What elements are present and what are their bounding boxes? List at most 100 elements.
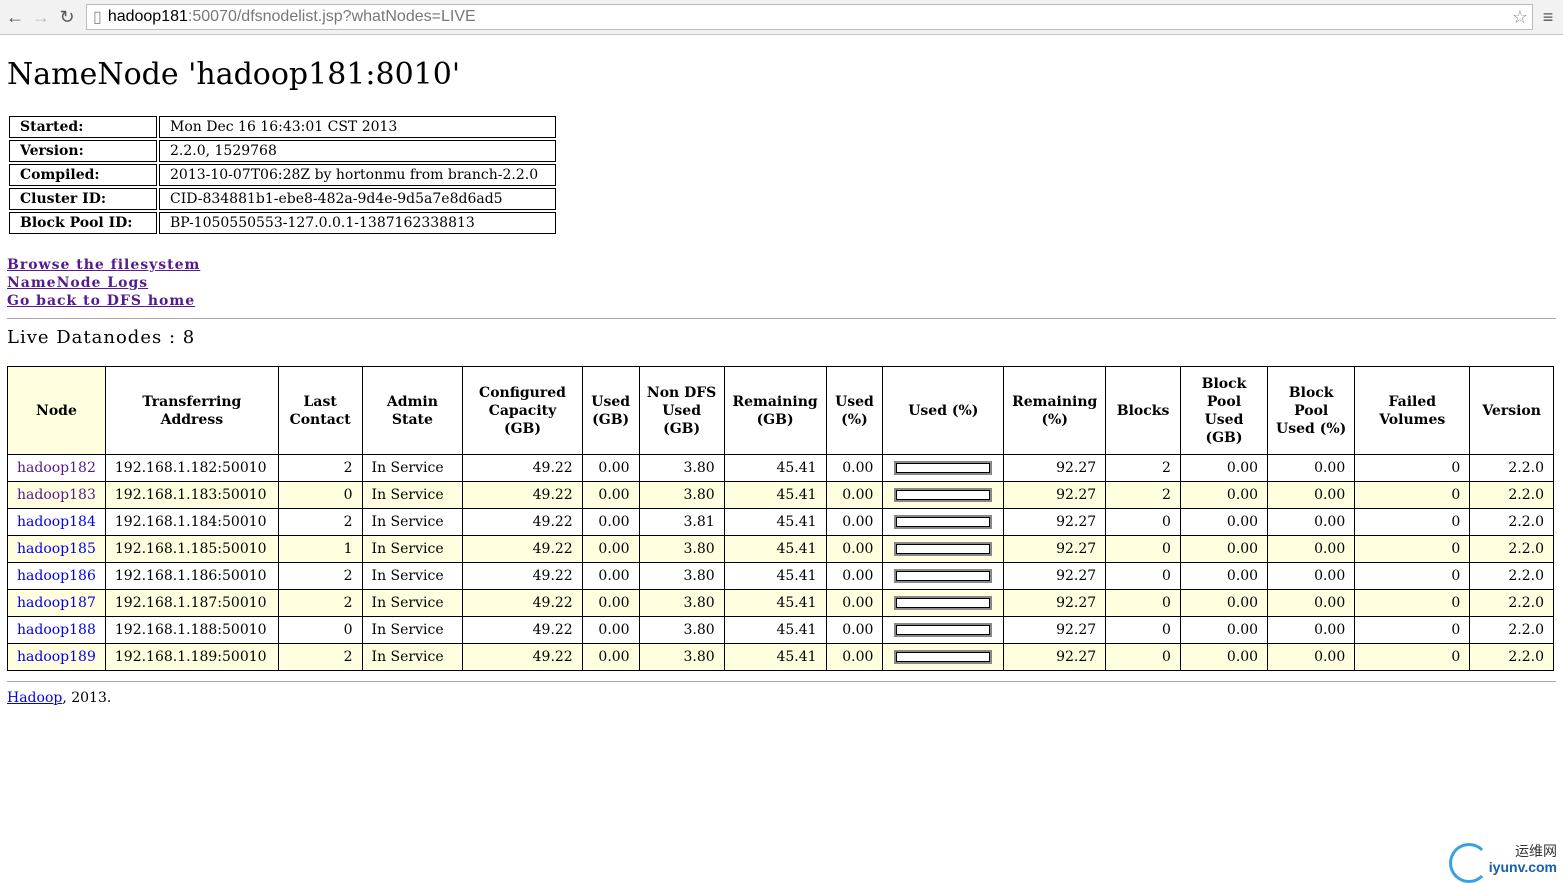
cell-9: 92.27 xyxy=(1003,454,1107,482)
column-header: Failed Volumes xyxy=(1354,366,1471,455)
cell-2: 0 xyxy=(277,481,363,509)
node-link[interactable]: hadoop185 xyxy=(17,541,96,557)
info-label: Started: xyxy=(9,116,157,138)
cell-14: 2.2.0 xyxy=(1469,643,1554,671)
cell-10: 0 xyxy=(1105,643,1181,671)
cell-9: 92.27 xyxy=(1003,643,1107,671)
cell-5: 0.00 xyxy=(581,454,640,482)
cell-11: 0.00 xyxy=(1179,454,1269,482)
node-link[interactable]: hadoop187 xyxy=(17,595,96,611)
used-percent-bar xyxy=(894,542,993,556)
link-go-back-to-dfs-home[interactable]: Go back to DFS home xyxy=(7,292,195,310)
cell-12: 0.00 xyxy=(1267,562,1356,590)
hadoop-link[interactable]: Hadoop xyxy=(7,690,62,706)
datanode-row: hadoop188 192.168.1.188:50010 0 In Service 4… xyxy=(7,616,1554,644)
cell-10: 0 xyxy=(1105,535,1181,563)
used-percent-bar xyxy=(894,461,993,475)
cell-8: 0.00 xyxy=(825,562,884,590)
cell-4: 49.22 xyxy=(462,454,583,482)
cell-7: 45.41 xyxy=(723,589,827,617)
url-host: hadoop181 xyxy=(107,8,188,25)
node-cell: hadoop187 xyxy=(7,589,106,617)
node-link[interactable]: hadoop183 xyxy=(17,487,96,503)
cell-13: 0 xyxy=(1354,562,1471,590)
cell-1: 192.168.1.189:50010 xyxy=(104,643,279,671)
cell-14: 2.2.0 xyxy=(1469,481,1554,509)
datanode-row: hadoop187 192.168.1.187:50010 2 In Service 4… xyxy=(7,589,1554,617)
used-percent-bar-cell xyxy=(882,562,1005,590)
used-percent-bar xyxy=(894,569,993,583)
info-value: CID-834881b1-ebe8-482a-9d4e-9d5a7e8d6ad5 xyxy=(159,188,556,210)
cell-7: 45.41 xyxy=(723,643,827,671)
cell-6: 3.80 xyxy=(638,454,725,482)
cell-4: 49.22 xyxy=(462,535,583,563)
cell-1: 192.168.1.182:50010 xyxy=(104,454,279,482)
cell-3: In Service xyxy=(361,643,464,671)
info-value: BP-1050550553-127.0.0.1-1387162338813 xyxy=(159,212,556,234)
cell-2: 0 xyxy=(277,616,363,644)
cell-12: 0.00 xyxy=(1267,643,1356,671)
cell-9: 92.27 xyxy=(1003,535,1107,563)
used-percent-bar-cell xyxy=(882,508,1005,536)
reload-icon[interactable]: ↻ xyxy=(56,7,78,28)
used-percent-bar xyxy=(894,596,993,610)
datanode-row: hadoop184 192.168.1.184:50010 2 In Service 4… xyxy=(7,508,1554,536)
node-cell: hadoop184 xyxy=(7,508,106,536)
cell-4: 49.22 xyxy=(462,616,583,644)
cell-8: 0.00 xyxy=(825,589,884,617)
cell-11: 0.00 xyxy=(1179,481,1269,509)
node-link[interactable]: hadoop186 xyxy=(17,568,96,584)
divider xyxy=(7,681,1556,682)
cell-8: 0.00 xyxy=(825,508,884,536)
cell-13: 0 xyxy=(1354,454,1471,482)
cell-10: 0 xyxy=(1105,508,1181,536)
info-label: Compiled: xyxy=(9,164,157,186)
cell-11: 0.00 xyxy=(1179,589,1269,617)
node-link[interactable]: hadoop188 xyxy=(17,622,96,638)
cell-12: 0.00 xyxy=(1267,535,1356,563)
link-namenode-logs[interactable]: NameNode Logs xyxy=(7,274,148,292)
cell-4: 49.22 xyxy=(462,562,583,590)
cell-2: 2 xyxy=(277,643,363,671)
node-cell: hadoop186 xyxy=(7,562,106,590)
back-icon[interactable]: ← xyxy=(4,7,26,28)
cell-7: 45.41 xyxy=(723,508,827,536)
cell-1: 192.168.1.183:50010 xyxy=(104,481,279,509)
cell-14: 2.2.0 xyxy=(1469,508,1554,536)
cell-9: 92.27 xyxy=(1003,616,1107,644)
info-row: Cluster ID: CID-834881b1-ebe8-482a-9d4e-9… xyxy=(9,188,556,210)
live-datanodes-heading: Live Datanodes : 8 xyxy=(7,327,196,348)
cell-1: 192.168.1.185:50010 xyxy=(104,535,279,563)
watermark-cn: 运维网 xyxy=(1515,843,1557,859)
cell-14: 2.2.0 xyxy=(1469,454,1554,482)
cell-13: 0 xyxy=(1354,589,1471,617)
bookmark-star-icon[interactable]: ☆ xyxy=(1512,7,1528,28)
cell-12: 0.00 xyxy=(1267,616,1356,644)
datanode-row: hadoop182 192.168.1.182:50010 2 In Service 4… xyxy=(7,454,1554,482)
watermark-logo: 运维网 iyunv.com xyxy=(1448,843,1557,883)
forward-icon[interactable]: → xyxy=(30,7,52,28)
cell-3: In Service xyxy=(361,481,464,509)
address-bar[interactable]: ▯ hadoop181:50070/dfsnodelist.jsp?whatNo… xyxy=(86,4,1533,30)
nav-links: Browse the filesystem NameNode Logs Go bac… xyxy=(7,256,1556,310)
cell-2: 2 xyxy=(277,589,363,617)
node-cell: hadoop188 xyxy=(7,616,106,644)
column-header: Transferring Address xyxy=(104,366,279,455)
cell-6: 3.80 xyxy=(638,589,725,617)
watermark-en: iyunv.com xyxy=(1488,859,1557,875)
cell-4: 49.22 xyxy=(462,508,583,536)
node-cell: hadoop185 xyxy=(7,535,106,563)
node-link[interactable]: hadoop184 xyxy=(17,514,96,530)
node-link[interactable]: hadoop189 xyxy=(17,649,96,665)
node-link[interactable]: hadoop182 xyxy=(17,460,96,476)
datanode-row: hadoop189 192.168.1.189:50010 2 In Service 4… xyxy=(7,643,1554,671)
menu-icon[interactable]: ≡ xyxy=(1533,7,1563,28)
column-header: Remaining (%) xyxy=(1003,366,1107,455)
page-title: NameNode 'hadoop181:8010' xyxy=(7,57,461,92)
datanodes-table: Node Transferring Address Last Contact Admi… xyxy=(7,366,1554,671)
cell-1: 192.168.1.188:50010 xyxy=(104,616,279,644)
cell-14: 2.2.0 xyxy=(1469,616,1554,644)
cell-10: 2 xyxy=(1105,481,1181,509)
link-browse-the-filesystem[interactable]: Browse the filesystem xyxy=(7,256,200,274)
column-header: Block Pool Used (%) xyxy=(1267,366,1356,455)
